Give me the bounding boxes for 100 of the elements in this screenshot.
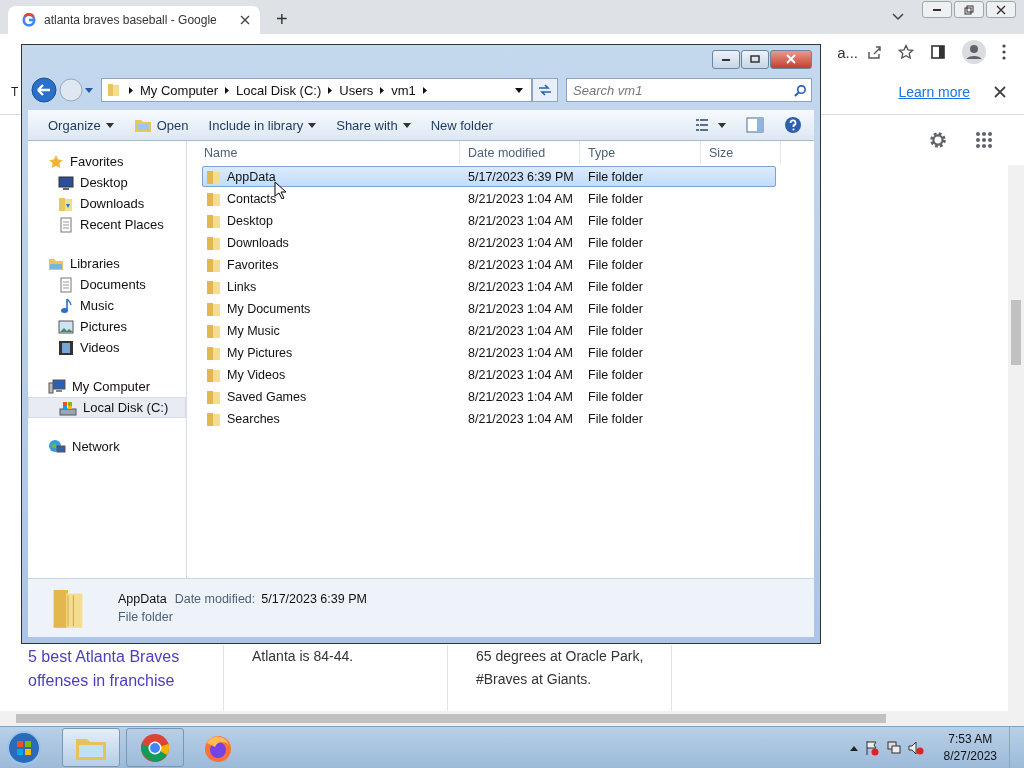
column-header[interactable]: Name xyxy=(187,141,460,165)
close-icon[interactable] xyxy=(994,86,1006,98)
file-name: Saved Games xyxy=(227,389,307,404)
maximize-icon xyxy=(750,55,760,63)
close-icon[interactable] xyxy=(240,15,250,25)
file-row[interactable]: Searches 8/21/2023 1:04 AM File folder xyxy=(202,408,776,429)
start-button[interactable] xyxy=(6,729,42,766)
sidebar-item[interactable]: Local Disk (C:) xyxy=(28,397,186,418)
file-row[interactable]: Contacts 8/21/2023 1:04 AM File folder xyxy=(202,188,776,209)
view-options-icon[interactable] xyxy=(696,118,726,132)
file-row[interactable]: Saved Games 8/21/2023 1:04 AM File folder xyxy=(202,386,776,407)
file-date: 8/21/2023 1:04 AM xyxy=(468,279,574,294)
file-type: File folder xyxy=(588,301,644,316)
breadcrumb-arrow-icon[interactable] xyxy=(422,86,427,94)
breadcrumb-item[interactable]: Users xyxy=(339,82,374,98)
menu-icon[interactable] xyxy=(1002,44,1006,60)
toolbar-button[interactable]: Open xyxy=(125,115,197,135)
breadcrumb-arrow-icon[interactable] xyxy=(328,86,333,94)
file-row[interactable]: AppData 5/17/2023 6:39 PM File folder xyxy=(202,166,776,187)
sidebar-group[interactable]: Favorites xyxy=(70,154,124,169)
file-row[interactable]: My Documents 8/21/2023 1:04 AM File folder xyxy=(202,298,776,319)
minimize-button[interactable] xyxy=(922,1,952,18)
toolbar-button[interactable]: Include in library xyxy=(200,115,325,135)
column-header[interactable]: Date modified xyxy=(460,141,580,165)
tray-arrow-icon[interactable] xyxy=(849,744,858,751)
breadcrumb-arrow-icon[interactable] xyxy=(225,86,230,94)
sidebar-group[interactable]: My Computer xyxy=(72,379,151,394)
toolbar-button[interactable]: New folder xyxy=(422,115,501,135)
file-date: 8/21/2023 1:04 AM xyxy=(468,323,574,338)
sidebar-item[interactable]: Videos xyxy=(28,337,186,358)
details-type: File folder xyxy=(118,610,174,624)
file-row[interactable]: My Pictures 8/21/2023 1:04 AM File folder xyxy=(202,342,776,363)
sidebar-item[interactable]: Desktop xyxy=(28,172,186,193)
breadcrumb-item[interactable]: vm1 xyxy=(391,82,416,98)
sidebar-item[interactable]: Recent Places xyxy=(28,214,186,235)
settings-icon[interactable] xyxy=(927,129,949,151)
new-tab-button[interactable]: + xyxy=(270,4,294,34)
vertical-scrollbar[interactable] xyxy=(1008,165,1024,711)
search-field[interactable]: Search vm1 xyxy=(566,78,812,102)
history-dropdown-icon[interactable] xyxy=(85,87,93,93)
share-icon[interactable] xyxy=(866,44,882,60)
back-button[interactable] xyxy=(31,77,57,103)
file-date: 5/17/2023 6:39 PM xyxy=(468,169,575,184)
sidebar-item[interactable]: Documents xyxy=(28,274,186,295)
file-row[interactable]: My Music 8/21/2023 1:04 AM File folder xyxy=(202,320,776,341)
browser-icon xyxy=(140,732,170,763)
file-type: File folder xyxy=(588,191,644,206)
learn-more-link[interactable]: Learn more xyxy=(898,84,970,100)
folder-icon xyxy=(206,256,222,273)
file-name: Downloads xyxy=(227,235,289,250)
sidebar-item[interactable]: Downloads xyxy=(28,193,186,214)
result-link[interactable]: 5 best Atlanta Braves offenses in franchise xyxy=(28,645,203,693)
file-row[interactable]: My Videos 8/21/2023 1:04 AM File folder xyxy=(202,364,776,385)
file-date: 8/21/2023 1:04 AM xyxy=(468,213,574,228)
breadcrumb-item[interactable]: Local Disk (C:) xyxy=(236,82,322,98)
file-row[interactable]: Downloads 8/21/2023 1:04 AM File folder xyxy=(202,232,776,253)
sidebar-item[interactable]: Pictures xyxy=(28,316,186,337)
document-icon xyxy=(58,216,74,233)
browser-taskbar-button[interactable] xyxy=(126,728,184,767)
file-name: Favorites xyxy=(227,257,279,272)
apps-icon[interactable] xyxy=(975,131,993,149)
star-icon[interactable] xyxy=(898,44,914,60)
folder-icon xyxy=(206,300,222,317)
chevron-icon[interactable] xyxy=(892,13,904,21)
folder-icon xyxy=(206,410,222,427)
close-button[interactable] xyxy=(986,1,1016,18)
breadcrumb-item[interactable]: My Computer xyxy=(140,82,219,98)
toolbar-button[interactable]: Share with xyxy=(328,115,419,135)
sidebar-item[interactable]: Music xyxy=(28,295,186,316)
restore-button[interactable] xyxy=(954,1,984,18)
file-row[interactable]: Desktop 8/21/2023 1:04 AM File folder xyxy=(202,210,776,231)
breadcrumb-arrow-icon[interactable] xyxy=(380,86,385,94)
refresh-button[interactable] xyxy=(532,78,558,102)
horizontal-scrollbar[interactable] xyxy=(0,711,1024,726)
minimize-button[interactable] xyxy=(712,49,740,69)
address-bar[interactable]: My Computer Local Disk (C:) Users vm1 xyxy=(101,78,532,102)
toolbar-button[interactable]: Organize xyxy=(40,115,122,135)
sidebar-group[interactable]: Network xyxy=(72,439,120,454)
column-header[interactable]: Size xyxy=(701,141,781,165)
details-label: Date modified: xyxy=(174,592,256,606)
file-type: File folder xyxy=(588,235,644,250)
muted-speaker-icon[interactable] xyxy=(907,739,924,756)
search-icon[interactable] xyxy=(794,83,807,97)
column-header[interactable]: Type xyxy=(580,141,701,165)
file-row[interactable]: Favorites 8/21/2023 1:04 AM File folder xyxy=(202,254,776,275)
folder-icon xyxy=(206,344,222,361)
help-icon[interactable] xyxy=(784,116,802,134)
maximize-button[interactable] xyxy=(741,49,769,69)
dropdown-icon[interactable] xyxy=(515,87,523,93)
network-icon[interactable] xyxy=(885,739,902,756)
folder-icon xyxy=(206,234,222,251)
profile-icon[interactable] xyxy=(962,40,986,64)
browser-tab[interactable]: atlanta braves baseball - Google xyxy=(8,6,260,34)
folder-icon xyxy=(133,117,152,133)
breadcrumb-arrow-icon[interactable] xyxy=(129,86,133,94)
sidebar-group[interactable]: Libraries xyxy=(70,256,120,271)
explorer-taskbar-button[interactable] xyxy=(62,728,120,767)
file-row[interactable]: Links 8/21/2023 1:04 AM File folder xyxy=(202,276,776,297)
side-panel-icon[interactable] xyxy=(930,44,946,60)
flag-icon[interactable] xyxy=(863,739,880,756)
